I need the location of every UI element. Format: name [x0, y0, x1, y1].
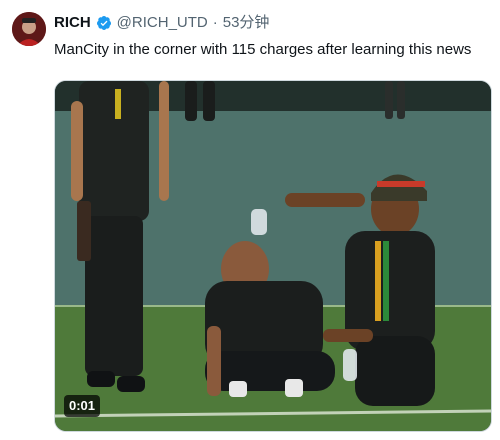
- user-handle[interactable]: @RICH_UTD: [117, 13, 208, 33]
- avatar-image: [12, 12, 46, 46]
- tweet-text: ManCity in the corner with 115 charges a…: [54, 41, 472, 58]
- separator-dot: ·: [212, 14, 218, 31]
- avatar[interactable]: [12, 12, 46, 46]
- video-duration-badge: 0:01: [64, 395, 101, 417]
- verified-badge-icon: [96, 16, 111, 30]
- tweet-header: RICH @RICH_UTD · 53分钟: [54, 13, 269, 33]
- video-frame: [55, 81, 491, 431]
- video-player[interactable]: 0:01: [54, 80, 492, 432]
- timestamp[interactable]: 53分钟: [223, 13, 270, 33]
- display-name[interactable]: RICH: [54, 13, 91, 33]
